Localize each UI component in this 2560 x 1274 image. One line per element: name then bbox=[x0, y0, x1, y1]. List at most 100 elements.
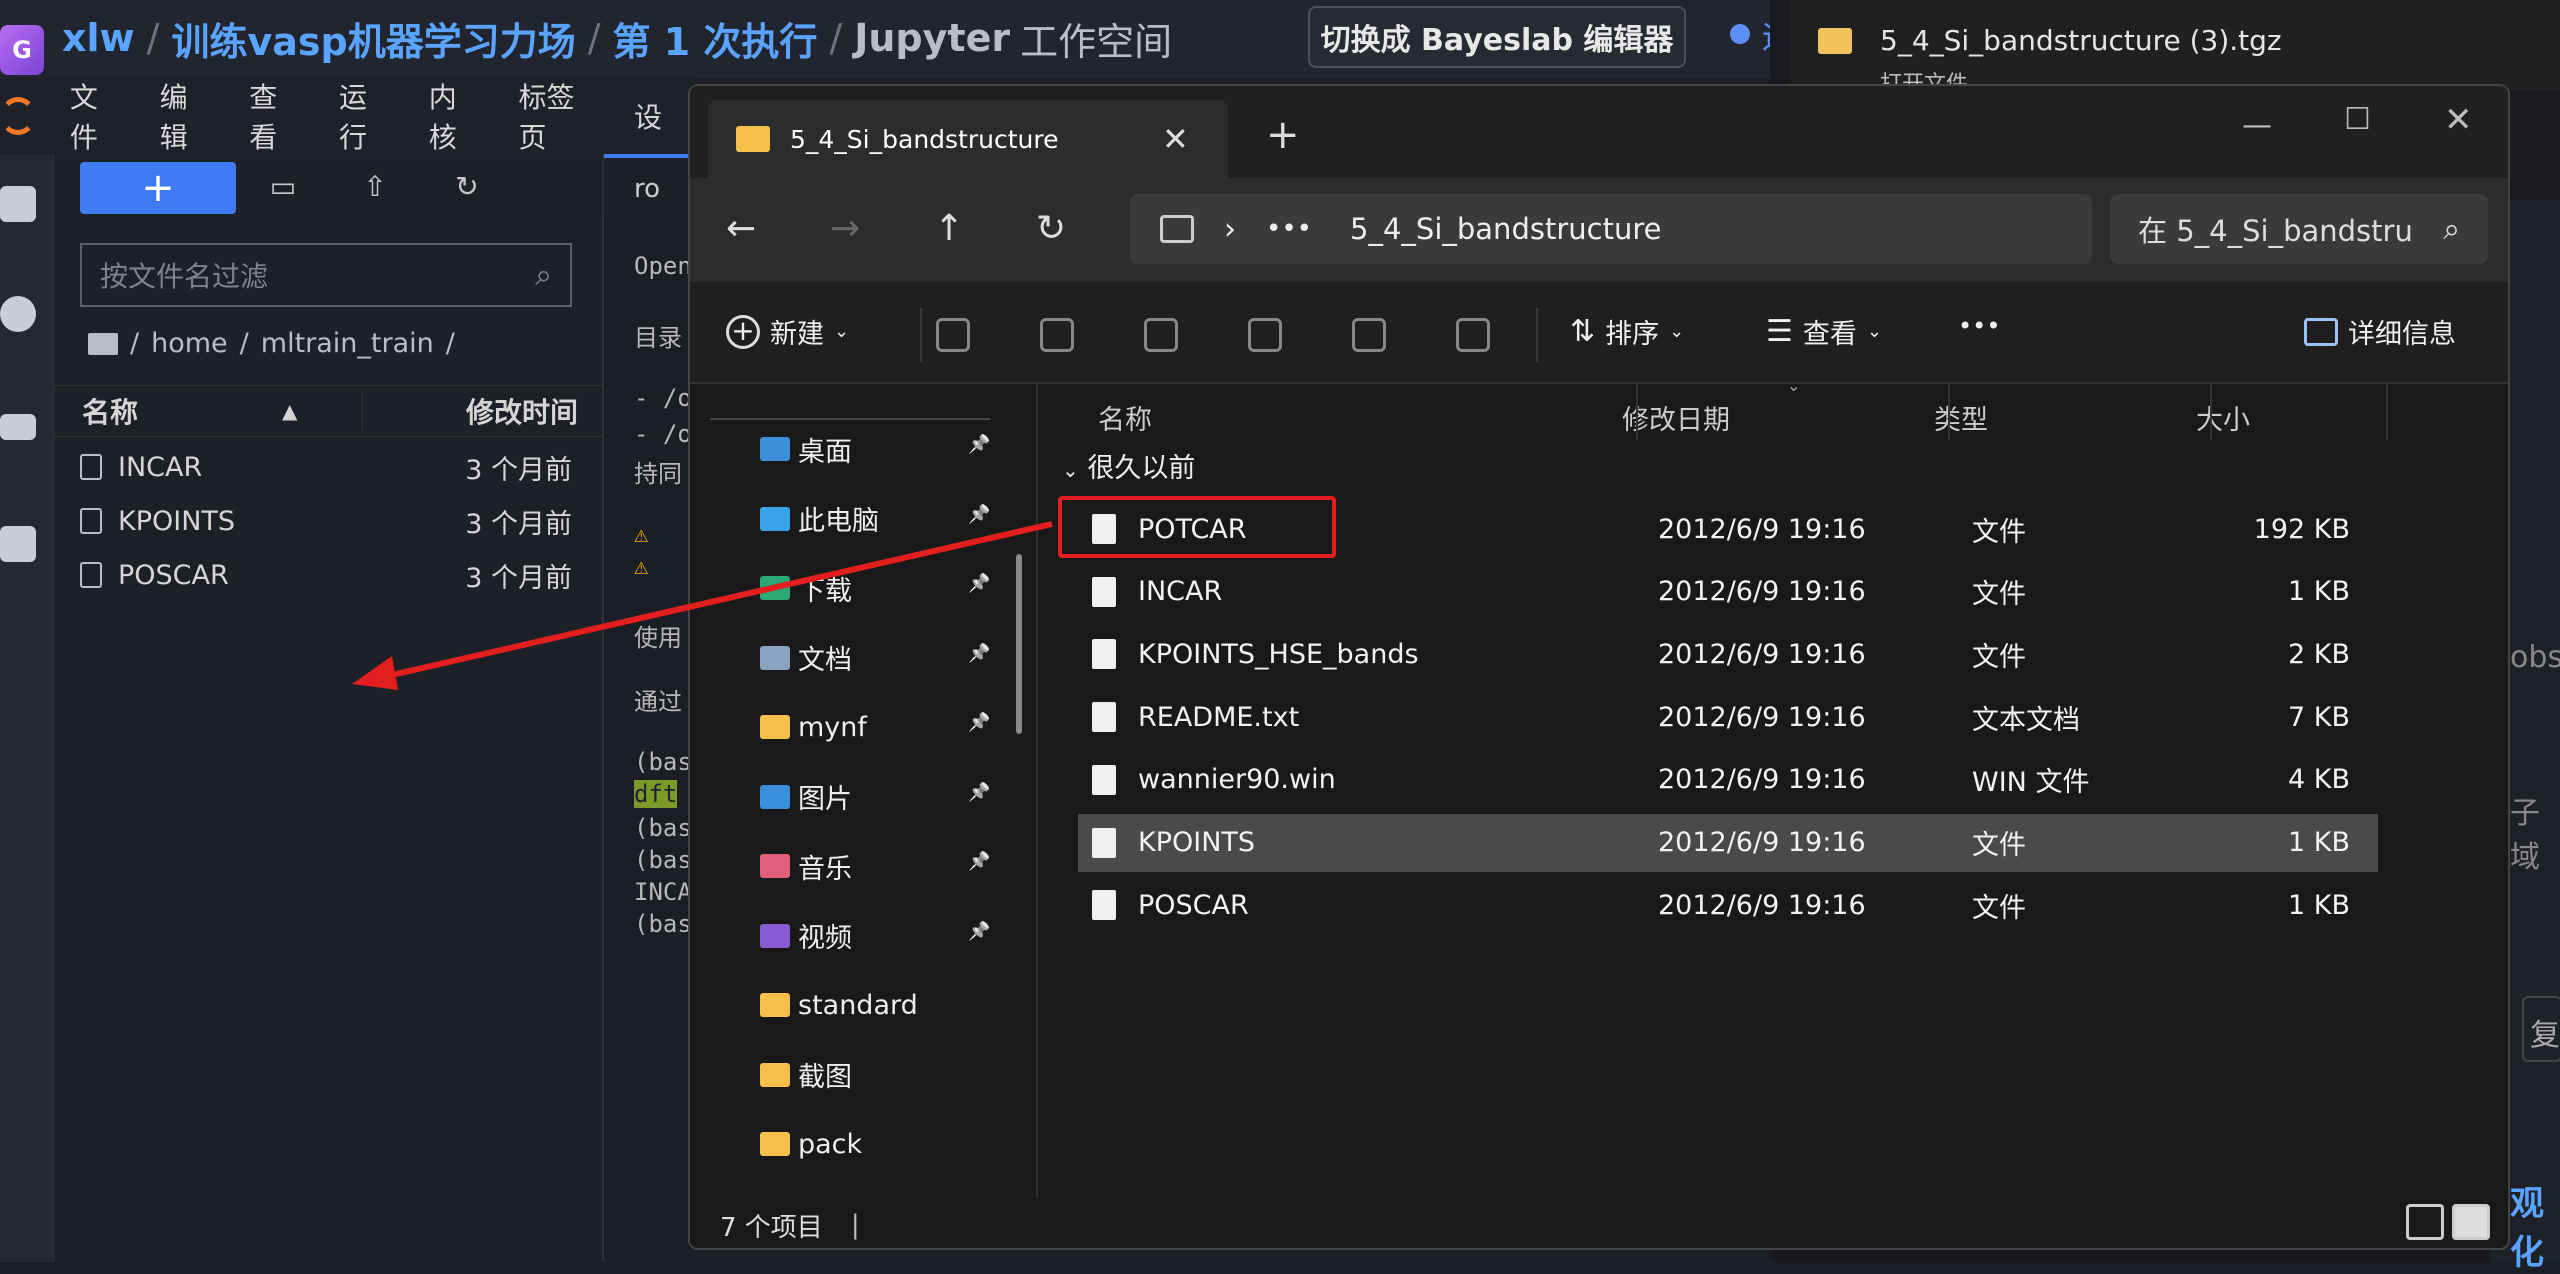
menu-kernel[interactable]: 内核 bbox=[429, 76, 481, 156]
file-row[interactable]: INCAR 2012/6/9 19:16 文件 1 KB bbox=[1078, 563, 2378, 621]
breadcrumb-run[interactable]: 第 1 次执行 bbox=[613, 11, 818, 66]
search-input[interactable]: 在 5_4_Si_bandstru ⌕ bbox=[2110, 194, 2488, 264]
nav-item[interactable]: 桌面 bbox=[760, 420, 990, 478]
file-row[interactable]: INCAR 3 个月前 bbox=[80, 441, 580, 493]
share-icon[interactable] bbox=[1352, 318, 1386, 352]
view-button[interactable]: ☰ 查看 ⌄ bbox=[1766, 312, 1882, 351]
paste-icon[interactable] bbox=[1144, 318, 1178, 352]
menu-tabs[interactable]: 标签页 bbox=[518, 76, 596, 156]
download-file-name[interactable]: 5_4_Si_bandstructure (3).tgz bbox=[1880, 24, 2282, 57]
refresh-icon[interactable]: ↻ bbox=[1036, 208, 1066, 249]
nav-scrollbar[interactable] bbox=[1016, 554, 1022, 734]
copy-icon[interactable] bbox=[1040, 318, 1074, 352]
new-tab-icon[interactable]: + bbox=[1266, 112, 1300, 158]
pin-icon[interactable]: 📌 bbox=[968, 504, 990, 525]
nav-item[interactable]: pack bbox=[760, 1115, 990, 1173]
nav-item[interactable]: 音乐 bbox=[760, 837, 990, 895]
delete-icon[interactable] bbox=[1456, 318, 1490, 352]
column-date[interactable]: 修改日期 bbox=[1622, 398, 1934, 437]
sort-icon: ⇅ bbox=[1570, 314, 1596, 349]
nav-item[interactable]: 文档 bbox=[760, 629, 990, 687]
sort-button[interactable]: ⇅ 排序 ⌄ bbox=[1570, 312, 1684, 351]
file-row[interactable]: wannier90.win 2012/6/9 19:16 WIN 文件 4 KB bbox=[1078, 751, 2378, 809]
nav-item[interactable]: 此电脑 bbox=[760, 490, 990, 548]
right-fragment: obs/ bbox=[2510, 640, 2560, 675]
cut-icon[interactable] bbox=[936, 318, 970, 352]
breadcrumb-user[interactable]: xlw bbox=[62, 16, 135, 60]
column-name[interactable]: 名称 bbox=[82, 391, 282, 431]
pin-icon[interactable]: 📌 bbox=[968, 643, 990, 664]
nav-item[interactable]: 截图 bbox=[760, 1046, 990, 1104]
file-filter-input[interactable]: 按文件名过滤 ⌕ bbox=[80, 243, 572, 307]
menu-edit[interactable]: 编辑 bbox=[160, 76, 212, 156]
file-type: 文本文档 bbox=[1972, 704, 2080, 736]
this-pc-icon[interactable] bbox=[1160, 215, 1194, 243]
column-separator[interactable] bbox=[1948, 384, 1950, 440]
pin-icon[interactable]: 📌 bbox=[968, 434, 990, 455]
details-button[interactable]: 详细信息 bbox=[2304, 312, 2456, 351]
up-icon[interactable]: ↑ bbox=[934, 208, 964, 249]
chevron-right-icon[interactable]: › bbox=[1224, 212, 1236, 247]
nav-item[interactable]: 视频 bbox=[760, 907, 990, 965]
close-icon[interactable]: ✕ bbox=[2444, 100, 2473, 140]
column-separator[interactable] bbox=[2210, 384, 2212, 440]
address-current[interactable]: 5_4_Si_bandstructure bbox=[1350, 212, 1661, 246]
menu-view[interactable]: 查看 bbox=[249, 76, 301, 156]
nav-item[interactable]: mynf bbox=[760, 698, 990, 756]
column-name[interactable]: 名称 bbox=[1098, 398, 1622, 437]
upload-icon[interactable]: ⇧ bbox=[358, 170, 392, 204]
new-button[interactable]: + 新建 ⌄ bbox=[726, 312, 849, 351]
extension-icon[interactable] bbox=[0, 526, 36, 562]
refresh-icon[interactable]: ↻ bbox=[450, 170, 484, 204]
folder-icon[interactable] bbox=[88, 332, 118, 355]
tiles-view-icon[interactable] bbox=[2452, 1204, 2490, 1240]
maximize-icon[interactable]: ☐ bbox=[2344, 102, 2371, 137]
file-row[interactable]: KPOINTS 2012/6/9 19:16 文件 1 KB bbox=[1078, 813, 2378, 872]
folder-icon[interactable] bbox=[0, 186, 36, 222]
column-modified[interactable]: 修改时间 bbox=[362, 391, 578, 431]
breadcrumb-project[interactable]: 训练vasp机器学习力场 bbox=[171, 11, 575, 66]
menu-run[interactable]: 运行 bbox=[339, 76, 391, 156]
minimize-icon[interactable]: — bbox=[2242, 108, 2272, 143]
pin-icon[interactable]: 📌 bbox=[968, 851, 990, 872]
file-row[interactable]: KPOINTS_HSE_bands 2012/6/9 19:16 文件 2 KB bbox=[1078, 625, 2378, 683]
pin-icon[interactable]: 📌 bbox=[968, 712, 990, 733]
column-separator[interactable] bbox=[2386, 384, 2388, 440]
running-icon[interactable] bbox=[0, 296, 36, 332]
nav-item[interactable]: 图片 bbox=[760, 768, 990, 826]
pin-icon[interactable]: 📌 bbox=[968, 782, 990, 803]
right-copy-button[interactable]: 复 bbox=[2522, 996, 2560, 1062]
more-options-icon[interactable]: ••• bbox=[1958, 312, 2000, 340]
sort-asc-icon[interactable]: ▲ bbox=[282, 399, 362, 423]
nav-item[interactable]: 下载 bbox=[760, 559, 990, 617]
column-type[interactable]: 类型 bbox=[1934, 398, 2196, 437]
group-header[interactable]: ⌄ 很久以前 bbox=[1062, 446, 1195, 485]
toc-icon[interactable] bbox=[0, 414, 36, 440]
pin-icon[interactable]: 📌 bbox=[968, 921, 990, 942]
navigation-pane: 桌面 📌 此电脑 📌 下载 📌 文档 📌 mynf 📌 图片 📌 音乐 📌 视频 📌 standard 截图 pac… bbox=[690, 384, 1038, 1198]
forward-icon[interactable]: → bbox=[830, 208, 860, 249]
file-row[interactable]: POSCAR 3 个月前 bbox=[80, 549, 580, 601]
new-launcher-button[interactable]: + bbox=[80, 162, 236, 214]
new-folder-icon[interactable]: ▭ bbox=[266, 170, 300, 204]
back-icon[interactable]: ← bbox=[726, 208, 756, 249]
switch-editor-button[interactable]: 切换成 Bayeslab 编辑器 bbox=[1308, 6, 1686, 68]
pin-icon[interactable]: 📌 bbox=[968, 573, 990, 594]
column-separator[interactable] bbox=[1636, 384, 1638, 440]
path-mltrain[interactable]: mltrain_train bbox=[261, 328, 434, 359]
file-row[interactable]: KPOINTS 3 个月前 bbox=[80, 495, 580, 547]
close-tab-icon[interactable]: ✕ bbox=[1162, 120, 1189, 158]
menu-settings[interactable]: 设 bbox=[634, 96, 662, 136]
nav-item[interactable]: standard bbox=[760, 976, 990, 1034]
rename-icon[interactable] bbox=[1248, 318, 1282, 352]
address-bar[interactable]: › ••• 5_4_Si_bandstructure bbox=[1130, 194, 2092, 264]
explorer-tab[interactable]: 5_4_Si_bandstructure bbox=[708, 100, 1228, 178]
file-row[interactable]: README.txt 2012/6/9 19:16 文本文档 7 KB bbox=[1078, 688, 2378, 746]
file-row[interactable]: POSCAR 2012/6/9 19:16 文件 1 KB bbox=[1078, 876, 2378, 934]
path-home[interactable]: home bbox=[151, 328, 228, 359]
file-list-header: 名称 修改日期 类型 大小 bbox=[1040, 384, 2508, 450]
details-view-icon[interactable] bbox=[2406, 1204, 2444, 1240]
column-size[interactable]: 大小 bbox=[2196, 398, 2250, 437]
more-path-icon[interactable]: ••• bbox=[1266, 214, 1312, 244]
menu-file[interactable]: 文件 bbox=[70, 76, 122, 156]
